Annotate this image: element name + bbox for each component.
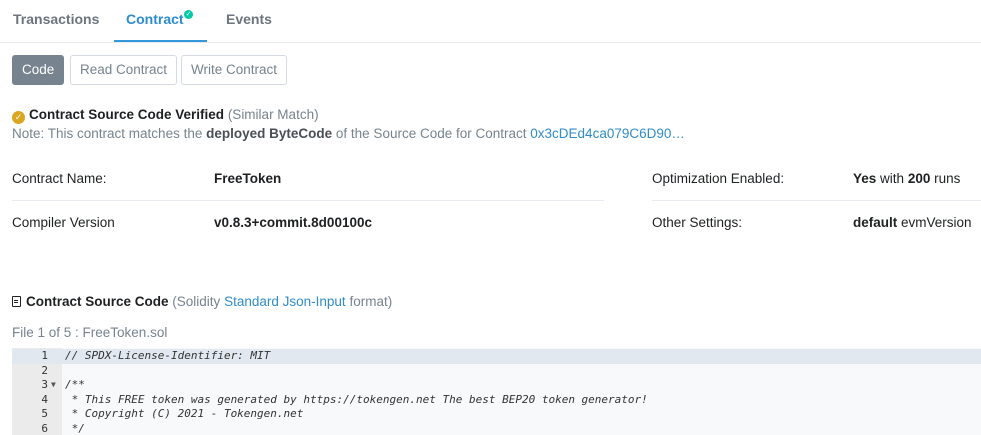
compiler-version-label: Compiler Version bbox=[12, 215, 115, 230]
other-settings-value: default evmVersion bbox=[853, 215, 972, 230]
line-number: 2 bbox=[41, 363, 48, 377]
optimization-value: Yes with 200 runs bbox=[853, 171, 960, 186]
standard-json-input-link[interactable]: Standard Json-Input bbox=[224, 294, 346, 309]
write-contract-button[interactable]: Write Contract bbox=[181, 55, 288, 85]
line-number: 6 bbox=[41, 421, 48, 435]
compiler-version-value: v0.8.3+commit.8d00100c bbox=[214, 215, 372, 230]
line-number: 5 bbox=[41, 407, 48, 420]
note-suffix: of the Source Code for Contract bbox=[335, 126, 527, 141]
code-line: 5 * Copyright (C) 2021 - Tokengen.net bbox=[12, 407, 981, 422]
fold-arrow-icon[interactable]: ▼ bbox=[51, 378, 56, 393]
other-settings-default: default bbox=[853, 215, 898, 230]
code-text: * This FREE token was generated by https… bbox=[65, 392, 648, 406]
verified-heading: ✓ Contract Source Code Verified (Similar … bbox=[12, 107, 319, 124]
code-line: 1 // SPDX-License-Identifier: MIT bbox=[12, 349, 981, 364]
other-settings-label: Other Settings: bbox=[652, 215, 743, 230]
code-text: * Copyright (C) 2021 - Tokengen.net bbox=[65, 407, 304, 420]
line-number: 1 bbox=[41, 349, 48, 362]
code-line: 4 * This FREE token was generated by htt… bbox=[12, 393, 981, 408]
tab-contract[interactable]: Contract bbox=[126, 0, 184, 43]
code-editor[interactable]: 1 // SPDX-License-Identifier: MIT 2 3 ▼ … bbox=[12, 348, 981, 435]
code-text: // SPDX-License-Identifier: MIT bbox=[65, 349, 271, 362]
read-contract-button[interactable]: Read Contract bbox=[70, 55, 178, 85]
optimization-with: with bbox=[880, 171, 905, 186]
active-tab-underline bbox=[114, 40, 207, 42]
optimization-runs-count: 200 bbox=[907, 171, 931, 186]
code-line: 2 bbox=[12, 364, 981, 379]
contract-name-label: Contract Name: bbox=[12, 171, 107, 186]
code-button[interactable]: Code bbox=[12, 55, 65, 85]
code-text: /** bbox=[65, 378, 85, 391]
note-prefix: Note: This contract matches the bbox=[12, 126, 203, 141]
verified-title: Contract Source Code Verified bbox=[29, 107, 225, 122]
tab-transactions[interactable]: Transactions bbox=[13, 0, 99, 43]
contract-tabs: Transactions Contract ✓ Events bbox=[0, 0, 981, 43]
optimization-yes: Yes bbox=[853, 171, 877, 186]
code-text: */ bbox=[65, 421, 85, 435]
source-paren-close: format) bbox=[349, 294, 393, 309]
note-bold: deployed ByteCode bbox=[206, 126, 333, 141]
code-line: 6 */ bbox=[12, 422, 981, 435]
optimization-label: Optimization Enabled: bbox=[652, 171, 785, 186]
contract-name-value: FreeToken bbox=[214, 171, 282, 186]
file-code-icon bbox=[12, 296, 21, 307]
info-divider bbox=[12, 200, 604, 201]
line-number: 4 bbox=[41, 392, 48, 406]
source-paren-open: (Solidity bbox=[172, 294, 221, 309]
other-settings-evm: evmVersion bbox=[901, 215, 972, 230]
verified-note: Note: This contract matches the deployed… bbox=[12, 126, 685, 142]
source-code-title: Contract Source Code bbox=[26, 294, 169, 309]
verified-check-icon: ✓ bbox=[184, 10, 193, 19]
code-line: 3 ▼ /** bbox=[12, 378, 981, 393]
verified-badge-icon: ✓ bbox=[12, 111, 25, 124]
file-label: File 1 of 5 : FreeToken.sol bbox=[12, 325, 168, 340]
tab-events[interactable]: Events bbox=[226, 0, 272, 43]
info-divider-right bbox=[652, 200, 981, 201]
line-number: 3 bbox=[41, 378, 48, 391]
optimization-runs: runs bbox=[934, 171, 961, 186]
source-code-heading: Contract Source Code (Solidity Standard … bbox=[12, 294, 392, 310]
match-type: (Similar Match) bbox=[227, 107, 319, 122]
contract-address-link[interactable]: 0x3cDEd4ca079C6D90… bbox=[530, 126, 685, 141]
